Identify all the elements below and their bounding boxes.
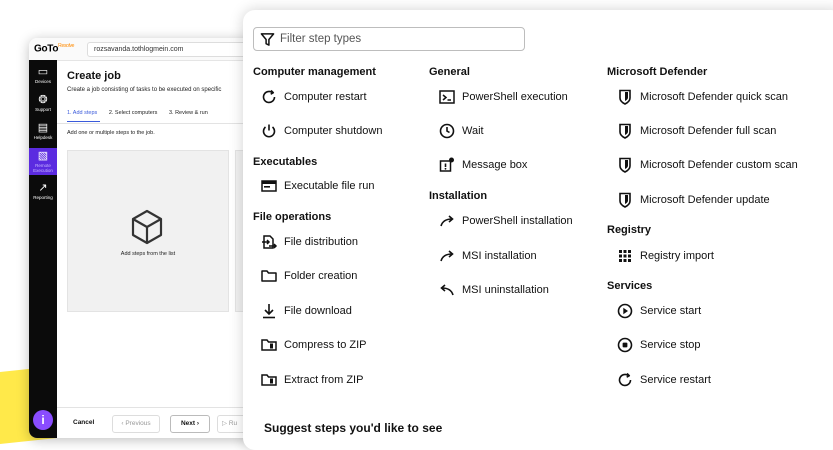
url-field[interactable]: rozsavanda.tothlogmein.com (87, 42, 265, 57)
play-circle-icon (616, 302, 634, 320)
zip-icon (260, 336, 278, 354)
restart-icon (616, 371, 634, 389)
step-service-restart[interactable]: Service restart (616, 371, 711, 389)
step-computer-shutdown[interactable]: Computer shutdown (260, 122, 382, 140)
step-defender-custom-scan[interactable]: Microsoft Defender custom scan (616, 156, 798, 174)
filter-input[interactable] (280, 31, 510, 47)
section-file-operations: File operations (253, 211, 332, 223)
window-icon (260, 177, 278, 195)
rail-item-devices[interactable]: ▭ Devices (29, 66, 57, 84)
step-message-box[interactable]: Message box (438, 156, 527, 174)
section-registry: Registry (607, 224, 652, 236)
shield-icon (616, 122, 634, 140)
page-subtitle: Create a job consisting of tasks to be e… (67, 87, 222, 93)
rail-item-support[interactable]: ❂ Support (29, 94, 57, 112)
step-add-steps[interactable]: 1. Add steps (67, 110, 97, 116)
side-rail: ▭ Devices ❂ Support ▤ Helpdesk ▧ Remote Exec… (29, 60, 57, 438)
devices-icon: ▭ (37, 66, 49, 78)
install-arrow-icon (438, 247, 456, 265)
zip-icon (260, 371, 278, 389)
next-button[interactable]: Next › (170, 415, 210, 433)
step-service-start[interactable]: Service start (616, 302, 701, 320)
step-defender-quick-scan[interactable]: Microsoft Defender quick scan (616, 88, 788, 106)
shield-icon (616, 88, 634, 106)
rail-item-remote-execution[interactable]: ▧ Remote Execution (29, 148, 57, 175)
step-file-distribution[interactable]: File distribution (260, 233, 358, 251)
step-computer-restart[interactable]: Computer restart (260, 88, 367, 106)
step-executable-file-run[interactable]: Executable file run (260, 177, 375, 195)
step-review-run[interactable]: 3. Review & run (169, 110, 208, 116)
restart-icon (260, 88, 278, 106)
rail-item-helpdesk[interactable]: ▤ Helpdesk (29, 122, 57, 140)
step-select-computers[interactable]: 2. Select computers (109, 110, 158, 116)
step-powershell-execution[interactable]: PowerShell execution (438, 88, 568, 106)
remote-execution-icon: ▧ (37, 150, 49, 162)
clock-icon (438, 122, 456, 140)
section-services: Services (607, 280, 653, 292)
goto-logo: GoToResolve (34, 43, 75, 55)
info-button[interactable]: i (33, 410, 53, 430)
power-icon (260, 122, 278, 140)
step-powershell-installation[interactable]: PowerShell installation (438, 212, 573, 230)
stop-circle-icon (616, 336, 634, 354)
section-installation: Installation (429, 190, 488, 202)
cube-icon (131, 209, 163, 245)
step-msi-installation[interactable]: MSI installation (438, 247, 537, 265)
filter-field[interactable] (253, 27, 525, 51)
dropzone-text: Add steps from the list (120, 251, 176, 257)
steps-dropzone[interactable]: Add steps from the list (67, 150, 229, 312)
previous-button[interactable]: ‹ Previous (112, 415, 160, 433)
shield-icon (616, 191, 634, 209)
file-distribution-icon (260, 233, 278, 251)
step-msi-uninstallation[interactable]: MSI uninstallation (438, 281, 549, 299)
install-arrow-icon (438, 212, 456, 230)
chevron-left-icon: ‹ (121, 420, 124, 427)
helpdesk-icon: ▤ (37, 122, 49, 134)
section-executables: Executables (253, 156, 318, 168)
shield-icon (616, 156, 634, 174)
step-extract-from-zip[interactable]: Extract from ZIP (260, 371, 363, 389)
uninstall-arrow-icon (438, 281, 456, 299)
step-file-download[interactable]: File download (260, 302, 352, 320)
suggest-steps-link[interactable]: Suggest steps you'd like to see (264, 421, 442, 435)
add-steps-hint: Add one or multiple steps to the job. (67, 130, 155, 136)
support-icon: ❂ (38, 94, 48, 106)
powershell-icon (438, 88, 456, 106)
step-wait[interactable]: Wait (438, 122, 484, 140)
section-computer-management: Computer management (253, 66, 376, 78)
step-types-panel: Computer management Computer restart Com… (243, 10, 833, 450)
download-icon (260, 302, 278, 320)
rail-item-reporting[interactable]: ↗ Reporting (29, 182, 57, 200)
step-compress-to-zip[interactable]: Compress to ZIP (260, 336, 367, 354)
folder-icon (260, 267, 278, 285)
active-step-underline (67, 121, 100, 122)
section-general: General (429, 66, 470, 78)
registry-grid-icon (616, 247, 634, 265)
chevron-right-icon: › (196, 420, 200, 427)
message-box-icon (438, 156, 456, 174)
filter-icon (260, 33, 275, 46)
section-microsoft-defender: Microsoft Defender (607, 66, 708, 78)
reporting-icon: ↗ (38, 182, 48, 194)
step-defender-update[interactable]: Microsoft Defender update (616, 191, 770, 209)
wizard-steps: 1. Add steps 2. Select computers 3. Revi… (67, 110, 218, 116)
step-service-stop[interactable]: Service stop (616, 336, 701, 354)
step-folder-creation[interactable]: Folder creation (260, 267, 357, 285)
cancel-button[interactable]: Cancel (73, 415, 94, 431)
page-title: Create job (67, 70, 121, 82)
play-icon: ▷ (222, 420, 227, 427)
step-registry-import[interactable]: Registry import (616, 247, 714, 265)
step-defender-full-scan[interactable]: Microsoft Defender full scan (616, 122, 776, 140)
